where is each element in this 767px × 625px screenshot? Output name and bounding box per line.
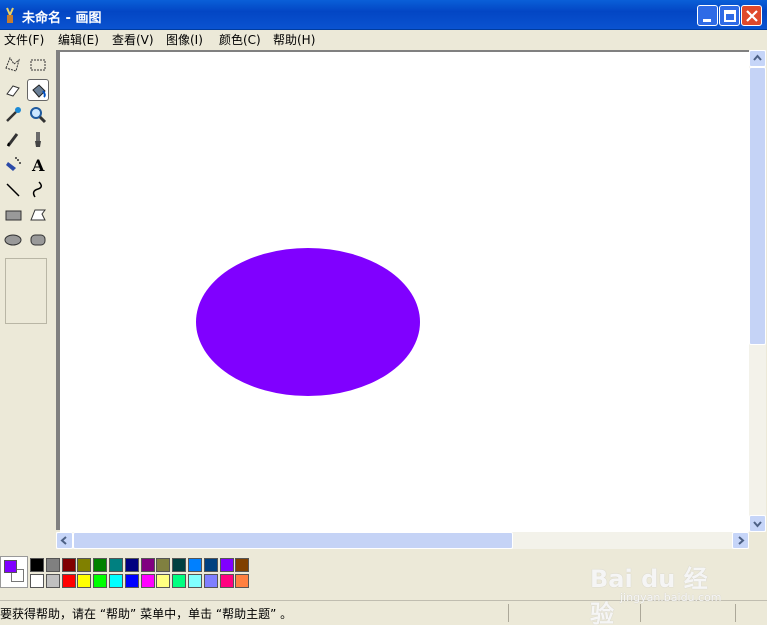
rounded-rect-icon[interactable]	[27, 229, 49, 251]
polygon-icon[interactable]	[27, 204, 49, 226]
svg-text:A: A	[31, 156, 45, 175]
palette-swatch[interactable]	[30, 574, 44, 588]
watermark-url: jingyan.baidu.com	[620, 591, 722, 604]
close-button[interactable]	[741, 5, 762, 26]
menu-image[interactable]: 图像(I)	[166, 31, 203, 48]
palette-swatch[interactable]	[156, 574, 171, 588]
rectangle-icon[interactable]	[2, 204, 24, 226]
palette-swatch[interactable]	[203, 574, 218, 588]
title-bar: 未命名 - 画图	[0, 0, 767, 30]
palette-swatch[interactable]	[45, 574, 60, 588]
menu-color[interactable]: 颜色(C)	[219, 31, 261, 48]
free-select-icon[interactable]	[2, 54, 24, 76]
palette-swatch[interactable]	[45, 558, 60, 572]
maximize-button[interactable]	[719, 5, 740, 26]
palette-swatch[interactable]	[219, 574, 234, 588]
paint-app-icon[interactable]	[3, 6, 17, 24]
tool-options-panel[interactable]	[5, 258, 47, 324]
palette-swatch[interactable]	[235, 574, 250, 588]
palette-swatch[interactable]	[140, 574, 155, 588]
status-divider	[735, 604, 736, 622]
status-divider	[508, 604, 509, 622]
menu-help[interactable]: 帮助(H)	[273, 31, 315, 48]
palette-swatch[interactable]	[188, 558, 202, 572]
palette-swatch[interactable]	[77, 558, 92, 572]
baidu-watermark-logo: Bai du 经验 jingyan.baidu.com	[590, 545, 730, 625]
palette-swatch[interactable]	[156, 558, 171, 572]
scroll-up-button[interactable]	[749, 50, 766, 67]
ellipse-icon[interactable]	[2, 229, 24, 251]
palette-swatch[interactable]	[109, 558, 123, 572]
palette-swatch[interactable]	[61, 574, 76, 588]
menu-edit[interactable]: 编辑(E)	[58, 31, 99, 48]
palette-swatch[interactable]	[140, 558, 155, 572]
palette-swatch[interactable]	[30, 558, 44, 572]
palette-swatch[interactable]	[172, 574, 187, 588]
vertical-scrollbar[interactable]	[749, 50, 766, 532]
minimize-button[interactable]	[697, 5, 718, 26]
window-title: 未命名 - 画图	[22, 11, 102, 26]
text-icon[interactable]: A	[27, 154, 49, 176]
drawing-canvas[interactable]	[60, 52, 749, 532]
purple-ellipse-shape[interactable]	[196, 248, 420, 396]
palette-swatch[interactable]	[93, 558, 108, 572]
menu-bar: 文件(F) 编辑(E) 查看(V) 图像(I) 颜色(C) 帮助(H)	[0, 30, 767, 48]
rect-select-icon[interactable]	[27, 54, 49, 76]
palette-swatch[interactable]	[93, 574, 108, 588]
palette-swatch[interactable]	[203, 558, 218, 572]
pencil-icon[interactable]	[2, 129, 24, 151]
palette-swatch[interactable]	[61, 558, 76, 572]
palette-swatch[interactable]	[219, 558, 234, 572]
magnifier-icon[interactable]	[27, 104, 49, 126]
horizontal-scroll-thumb[interactable]	[73, 532, 513, 549]
menu-file[interactable]: 文件(F)	[4, 31, 44, 48]
vertical-scroll-thumb[interactable]	[749, 67, 766, 345]
palette-swatch[interactable]	[235, 558, 250, 572]
menu-view[interactable]: 查看(V)	[112, 31, 154, 48]
curve-icon[interactable]	[27, 179, 49, 201]
scroll-down-button[interactable]	[749, 515, 766, 532]
color-picker-icon[interactable]	[2, 104, 24, 126]
palette-swatch[interactable]	[124, 558, 139, 572]
palette-swatch[interactable]	[77, 574, 92, 588]
airbrush-icon[interactable]	[2, 154, 24, 176]
scroll-left-button[interactable]	[56, 532, 73, 549]
toolbox: A	[0, 50, 52, 550]
status-message: 要获得帮助，请在 “帮助” 菜单中，单击 “帮助主题” 。	[0, 607, 293, 621]
scroll-right-button[interactable]	[732, 532, 749, 549]
line-icon[interactable]	[2, 179, 24, 201]
eraser-icon[interactable]	[2, 79, 24, 101]
palette-swatch[interactable]	[109, 574, 123, 588]
palette-swatch[interactable]	[188, 574, 202, 588]
brush-icon[interactable]	[27, 129, 49, 151]
palette-swatch[interactable]	[172, 558, 187, 572]
palette-swatch[interactable]	[124, 574, 139, 588]
fill-bucket-icon[interactable]	[27, 79, 49, 101]
